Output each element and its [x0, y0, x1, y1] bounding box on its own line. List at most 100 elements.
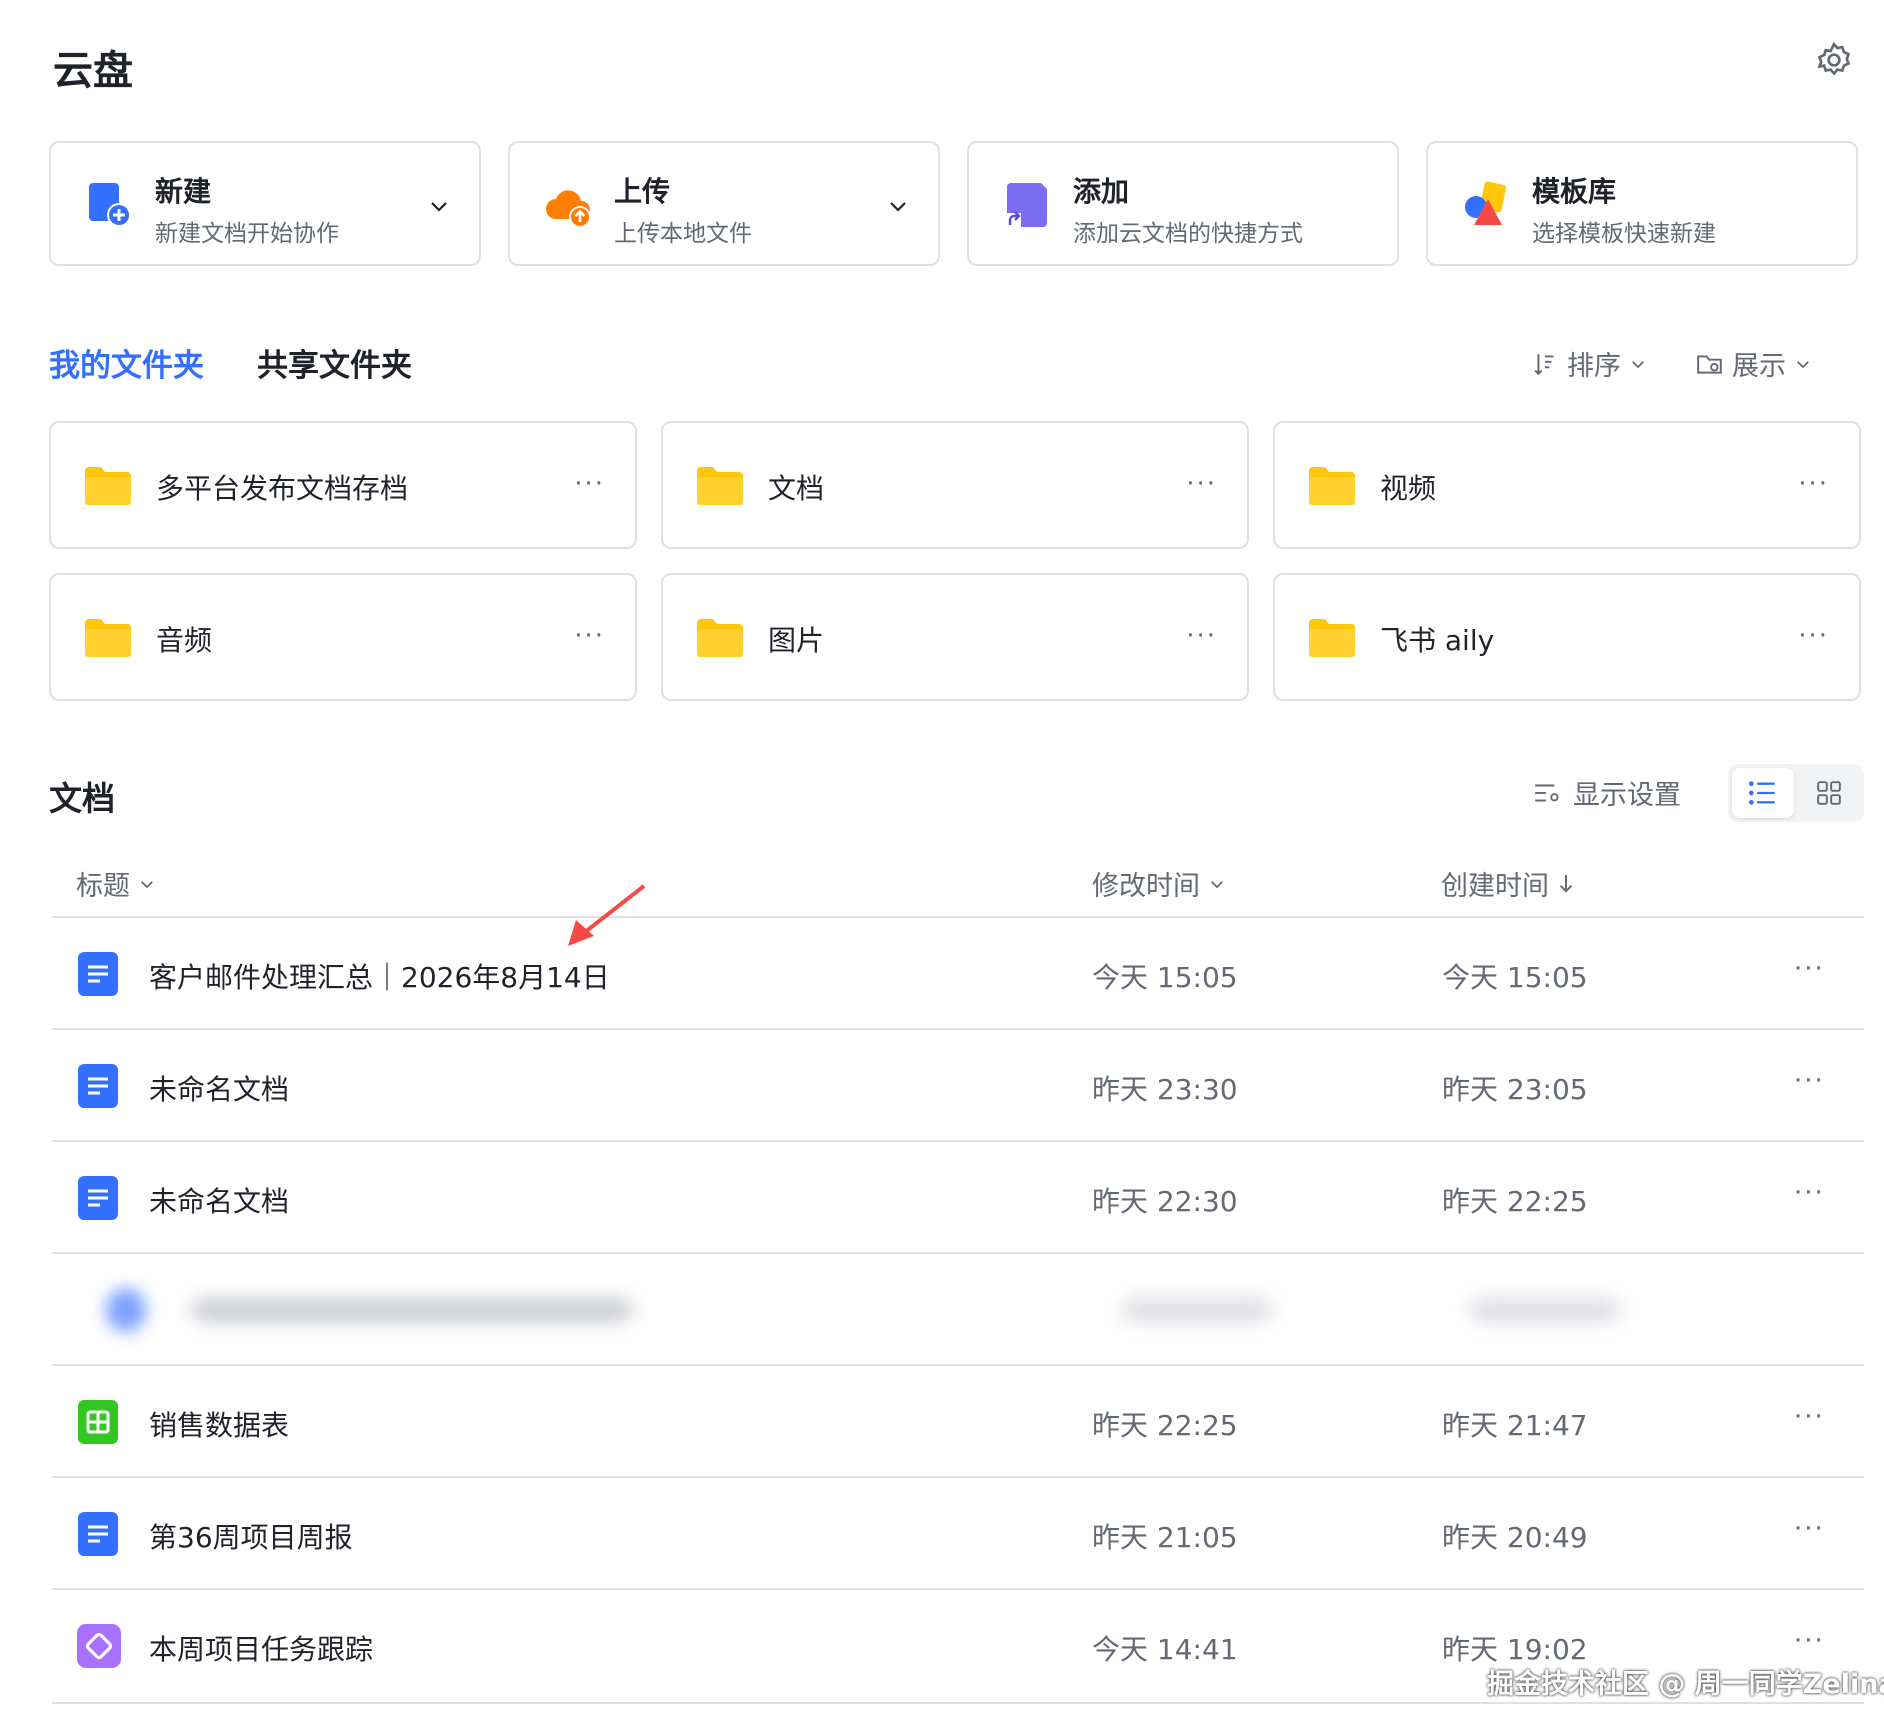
column-title-label: 标题	[76, 871, 130, 902]
doc-modified: 昨天 22:30	[1092, 1185, 1238, 1218]
table-row[interactable]: 未命名文档 昨天 22:30 昨天 22:25 ···	[52, 1140, 1864, 1254]
display-label: 展示	[1732, 351, 1786, 382]
add-shortcut-card[interactable]: 添加 添加云文档的快捷方式	[967, 141, 1399, 266]
doc-created: 今天 15:05	[1442, 961, 1588, 994]
arrow-down-icon	[1559, 874, 1573, 893]
folder-name: 飞书 aily	[1380, 624, 1495, 657]
sort-label: 排序	[1567, 351, 1621, 382]
tab-my-folders[interactable]: 我的文件夹	[49, 340, 204, 385]
doc-title: 本周项目任务跟踪	[149, 1633, 374, 1666]
folder-icon	[697, 467, 743, 505]
folder-name: 多平台发布文档存档	[156, 472, 409, 505]
more-icon[interactable]: ···	[574, 621, 605, 651]
more-icon[interactable]: ···	[1794, 1178, 1825, 1208]
doc-created: 昨天 21:47	[1442, 1409, 1588, 1442]
list-view-button[interactable]	[1732, 768, 1794, 818]
new-card[interactable]: 新建 新建文档开始协作	[49, 141, 481, 266]
more-icon[interactable]: ···	[1186, 469, 1217, 499]
table-row[interactable]: 未命名文档 昨天 23:30 昨天 23:05 ···	[52, 1028, 1864, 1142]
doc-modified: 昨天 22:25	[1092, 1409, 1238, 1442]
folder-icon	[697, 619, 743, 657]
upload-card[interactable]: 上传 上传本地文件	[508, 141, 940, 266]
gear-icon[interactable]	[1814, 40, 1854, 80]
blurred-title	[192, 1298, 632, 1322]
template-icon	[1465, 181, 1507, 225]
card-subtitle: 上传本地文件	[614, 221, 752, 247]
folder-card[interactable]: 视频 ···	[1273, 421, 1861, 549]
more-icon[interactable]: ···	[1794, 954, 1825, 984]
doc-title: 客户邮件处理汇总｜2026年8月14日	[149, 961, 610, 994]
sort-icon	[1534, 353, 1554, 375]
card-title: 新建	[155, 175, 212, 208]
display-button[interactable]: 展示	[1696, 344, 1812, 383]
chevron-down-icon[interactable]	[886, 194, 910, 218]
tab-shared-folders[interactable]: 共享文件夹	[257, 340, 412, 385]
more-icon[interactable]: ···	[1186, 621, 1217, 651]
chevron-down-icon	[1632, 360, 1644, 368]
grid-icon	[1817, 781, 1841, 805]
card-subtitle: 选择模板快速新建	[1532, 221, 1716, 247]
view-toggle	[1728, 764, 1864, 822]
folder-icon	[1309, 467, 1355, 505]
display-settings-button[interactable]: 显示设置	[1533, 773, 1681, 812]
grid-view-button[interactable]	[1798, 768, 1860, 818]
display-settings-label: 显示设置	[1573, 780, 1681, 811]
blurred-created	[1470, 1298, 1620, 1322]
column-modified-header[interactable]: 修改时间	[1092, 864, 1226, 903]
doc-title: 未命名文档	[149, 1073, 290, 1106]
column-created-header[interactable]: 创建时间	[1441, 864, 1575, 903]
doc-created: 昨天 20:49	[1442, 1521, 1588, 1554]
annotation-arrow-icon	[568, 884, 646, 946]
new-doc-icon	[89, 183, 131, 227]
doc-icon	[78, 1512, 118, 1556]
folder-card[interactable]: 图片 ···	[661, 573, 1249, 701]
card-subtitle: 新建文档开始协作	[155, 221, 339, 247]
folder-card[interactable]: 文档 ···	[661, 421, 1249, 549]
doc-modified: 昨天 21:05	[1092, 1521, 1238, 1554]
list-icon	[1749, 781, 1775, 805]
doc-title: 销售数据表	[149, 1409, 290, 1442]
doc-created: 昨天 23:05	[1442, 1073, 1588, 1106]
chevron-down-icon	[1797, 360, 1809, 368]
more-icon[interactable]: ···	[574, 469, 605, 499]
chevron-down-icon[interactable]	[427, 194, 451, 218]
table-row[interactable]: 客户邮件处理汇总｜2026年8月14日 今天 15:05 今天 15:05 ··…	[52, 916, 1864, 1030]
folder-card[interactable]: 飞书 aily ···	[1273, 573, 1861, 701]
cloud-drive-page: 云盘 新建 新建文档开始协作 上传 上传本地文件 添加 添加云文档的快捷方式 模…	[0, 0, 1884, 1730]
sheet-icon	[78, 1400, 118, 1444]
more-icon[interactable]: ···	[1794, 1402, 1825, 1432]
table-row[interactable]: 第36周项目周报 昨天 21:05 昨天 20:49 ···	[52, 1476, 1864, 1590]
doc-title: 未命名文档	[149, 1185, 290, 1218]
more-icon[interactable]: ···	[1794, 1626, 1825, 1656]
more-icon[interactable]: ···	[1798, 469, 1829, 499]
card-title: 模板库	[1532, 175, 1617, 208]
chevron-down-icon	[1211, 880, 1223, 888]
folder-icon	[85, 467, 131, 505]
more-icon[interactable]: ···	[1798, 621, 1829, 651]
shortcut-icon	[1007, 183, 1047, 227]
chevron-down-icon	[141, 880, 153, 888]
folder-card[interactable]: 音频 ···	[49, 573, 637, 701]
folder-card[interactable]: 多平台发布文档存档 ···	[49, 421, 637, 549]
table-row[interactable]: 销售数据表 昨天 22:25 昨天 21:47 ···	[52, 1364, 1864, 1478]
doc-created: 昨天 22:25	[1442, 1185, 1588, 1218]
table-row-blurred[interactable]	[52, 1252, 1864, 1366]
folder-icon	[1309, 619, 1355, 657]
sort-button[interactable]: 排序	[1533, 344, 1647, 383]
blurred-modified	[1122, 1298, 1272, 1322]
column-created-label: 创建时间	[1441, 871, 1549, 902]
column-title-header[interactable]: 标题	[76, 864, 156, 903]
folder-name: 视频	[1380, 472, 1437, 505]
watermark: 掘金技术社区 @ 周一同学Zelina	[1487, 1669, 1884, 1700]
card-title: 上传	[614, 175, 671, 208]
template-card[interactable]: 模板库 选择模板快速新建	[1426, 141, 1858, 266]
folder-name: 图片	[768, 624, 825, 657]
folder-name: 音频	[156, 624, 213, 657]
column-modified-label: 修改时间	[1092, 871, 1200, 902]
more-icon[interactable]: ···	[1794, 1066, 1825, 1096]
settings-list-icon	[1535, 784, 1559, 801]
more-icon[interactable]: ···	[1794, 1514, 1825, 1544]
doc-modified: 昨天 23:30	[1092, 1073, 1238, 1106]
card-subtitle: 添加云文档的快捷方式	[1073, 221, 1303, 247]
folder-view-icon	[1697, 354, 1722, 374]
